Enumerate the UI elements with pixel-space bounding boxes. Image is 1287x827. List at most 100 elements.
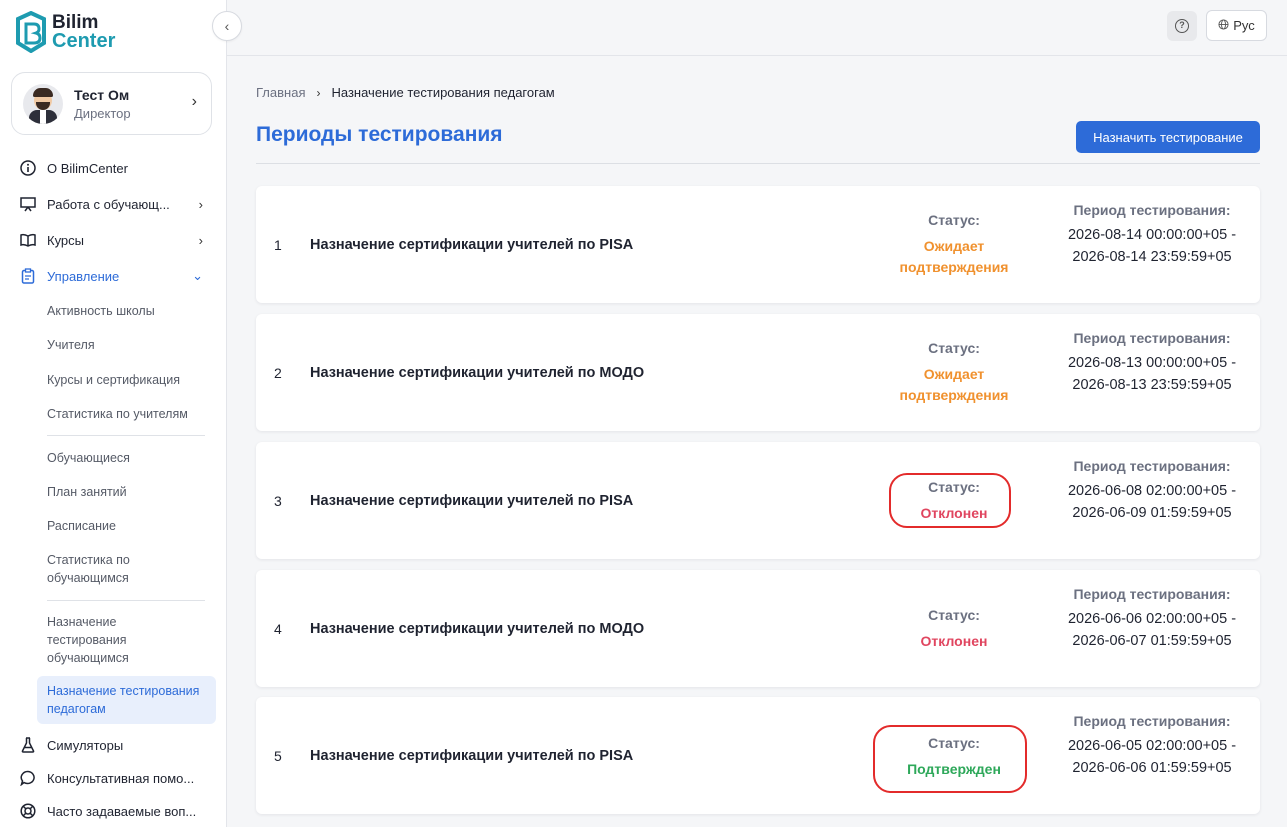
status-badge: Отклонен <box>920 633 988 649</box>
chevron-right-icon: › <box>198 232 203 248</box>
period-block: Период тестирования: 2026-08-14 00:00:00… <box>1056 202 1248 268</box>
avatar <box>23 83 63 124</box>
breadcrumb-current: Назначение тестирования педагогам <box>331 85 555 100</box>
period-dates: 2026-06-06 02:00:00+05 - 2026-06-07 01:5… <box>1067 611 1237 649</box>
help-button[interactable]: ? <box>1167 11 1197 41</box>
status-label: Статус: <box>928 212 980 228</box>
status-badge: Отклонен <box>920 505 988 521</box>
status-badge: Ожидает подтверждения <box>899 238 1009 275</box>
period-name: Назначение сертификации учителей по PISA <box>310 236 634 253</box>
status-label: Статус: <box>928 479 980 495</box>
period-card[interactable]: 2 Назначение сертификации учителей по МО… <box>256 314 1260 431</box>
period-label: Период тестирования: <box>1073 330 1231 346</box>
period-block: Период тестирования: 2026-06-06 02:00:00… <box>1056 586 1248 652</box>
chevron-right-icon: › <box>191 93 197 110</box>
breadcrumb-home[interactable]: Главная <box>256 85 305 100</box>
presentation-board-icon <box>19 195 37 213</box>
period-number: 4 <box>274 620 282 637</box>
chevron-down-icon: ⌄ <box>192 268 203 283</box>
chevron-left-icon: ‹ <box>224 18 230 34</box>
chevron-right-icon: › <box>198 196 203 212</box>
user-card[interactable]: Тест Ом Директор › <box>11 72 212 135</box>
period-number: 5 <box>274 747 282 764</box>
period-number: 2 <box>274 364 282 381</box>
topbar: ? Рус <box>227 0 1287 56</box>
book-icon <box>19 231 37 249</box>
language-selector[interactable]: Рус <box>1206 10 1267 41</box>
status-badge: Ожидает подтверждения <box>899 366 1009 403</box>
flask-icon <box>19 736 37 754</box>
sidebar-subitem-teachers[interactable]: Учителя <box>47 336 217 354</box>
sidebar-item-management[interactable]: Управление ⌄ <box>0 258 227 294</box>
page-title: Периоды тестирования <box>256 123 503 146</box>
divider <box>256 163 1260 164</box>
period-block: Период тестирования: 2026-06-05 02:00:00… <box>1056 713 1248 779</box>
sidebar-item-students-work[interactable]: Работа с обучающ... › <box>0 186 227 222</box>
lifebuoy-icon <box>19 802 37 820</box>
status-block: Статус: Отклонен <box>874 479 1034 524</box>
period-card[interactable]: 1 Назначение сертификации учителей по PI… <box>256 186 1260 303</box>
status-block: Статус: Отклонен <box>874 607 1034 652</box>
period-label: Период тестирования: <box>1073 586 1231 602</box>
sidebar-item-label: Управление <box>47 268 120 284</box>
chat-bubble-icon <box>19 769 37 787</box>
period-block: Период тестирования: 2026-08-13 00:00:00… <box>1056 330 1248 396</box>
sidebar-item-simulators[interactable]: Симуляторы <box>0 727 227 763</box>
period-card[interactable]: 5 Назначение сертификации учителей по PI… <box>256 697 1260 814</box>
logo-text: Bilim Center <box>52 13 115 51</box>
status-block: Статус: Подтвержден <box>874 735 1034 780</box>
bilim-center-logo-icon <box>16 11 46 53</box>
sidebar-item-courses[interactable]: Курсы › <box>0 222 227 258</box>
sidebar-subitem-lesson-plan[interactable]: План занятий <box>47 483 217 501</box>
clipboard-icon <box>19 267 37 285</box>
sidebar-subitem-students[interactable]: Обучающиеся <box>47 449 217 467</box>
period-label: Период тестирования: <box>1073 713 1231 729</box>
globe-icon <box>1218 18 1229 33</box>
sidebar-subitem-courses-cert[interactable]: Курсы и сертификация <box>47 371 217 389</box>
status-block: Статус: Ожидает подтверждения <box>874 212 1034 278</box>
period-label: Период тестирования: <box>1073 202 1231 218</box>
period-name: Назначение сертификации учителей по МОДО <box>310 364 645 381</box>
user-role: Директор <box>74 105 131 121</box>
sidebar: Bilim Center Тест Ом Директор › О BilimC… <box>0 0 227 827</box>
logo[interactable]: Bilim Center <box>14 11 115 53</box>
period-dates: 2026-08-13 00:00:00+05 - 2026-08-13 23:5… <box>1067 355 1237 393</box>
sidebar-item-label: Работа с обучающ... <box>47 196 170 212</box>
sidebar-subitem-student-testing[interactable]: Назначение тестирования обучающимся <box>47 613 157 667</box>
status-badge: Подтвержден <box>907 761 1001 777</box>
period-card[interactable]: 3 Назначение сертификации учителей по PI… <box>256 442 1260 559</box>
period-label: Период тестирования: <box>1073 458 1231 474</box>
sidebar-item-label: Симуляторы <box>47 737 124 753</box>
period-card[interactable]: 4 Назначение сертификации учителей по МО… <box>256 570 1260 687</box>
sidebar-item-label: Курсы <box>47 232 85 248</box>
chevron-right-icon: › <box>316 85 321 100</box>
sidebar-subitem-school-activity[interactable]: Активность школы <box>47 302 217 320</box>
breadcrumb: Главная › Назначение тестирования педаго… <box>256 85 555 100</box>
sidebar-item-consult[interactable]: Консультативная помо... <box>0 760 227 796</box>
period-number: 3 <box>274 492 282 509</box>
sidebar-subitem-student-stats[interactable]: Статистика по обучающимся <box>47 551 157 587</box>
status-label: Статус: <box>928 607 980 623</box>
status-block: Статус: Ожидает подтверждения <box>874 340 1034 406</box>
sidebar-collapse-button[interactable]: ‹ <box>212 11 242 41</box>
period-name: Назначение сертификации учителей по МОДО <box>310 620 645 637</box>
sidebar-subitem-schedule[interactable]: Расписание <box>47 517 217 535</box>
status-label: Статус: <box>928 340 980 356</box>
question-circle-icon: ? <box>1175 19 1189 33</box>
period-dates: 2026-08-14 00:00:00+05 - 2026-08-14 23:5… <box>1067 227 1237 265</box>
sidebar-item-about[interactable]: О BilimCenter <box>0 150 227 186</box>
assign-testing-button[interactable]: Назначить тестирование <box>1076 121 1260 153</box>
sidebar-subitem-teacher-stats[interactable]: Статистика по учителям <box>47 405 217 423</box>
user-name: Тест Ом <box>74 86 130 103</box>
sidebar-item-label: О BilimCenter <box>47 160 128 176</box>
sidebar-subitem-teacher-testing[interactable]: Назначение тестирования педагогам <box>37 676 216 724</box>
sidebar-item-faq[interactable]: Часто задаваемые воп... <box>0 793 227 827</box>
period-name: Назначение сертификации учителей по PISA <box>310 747 634 764</box>
divider <box>47 435 205 436</box>
language-label: Рус <box>1233 18 1255 33</box>
period-number: 1 <box>274 236 282 253</box>
sidebar-item-label: Консультативная помо... <box>47 770 195 786</box>
period-block: Период тестирования: 2026-06-08 02:00:00… <box>1056 458 1248 524</box>
status-label: Статус: <box>928 735 980 751</box>
period-name: Назначение сертификации учителей по PISA <box>310 492 634 509</box>
